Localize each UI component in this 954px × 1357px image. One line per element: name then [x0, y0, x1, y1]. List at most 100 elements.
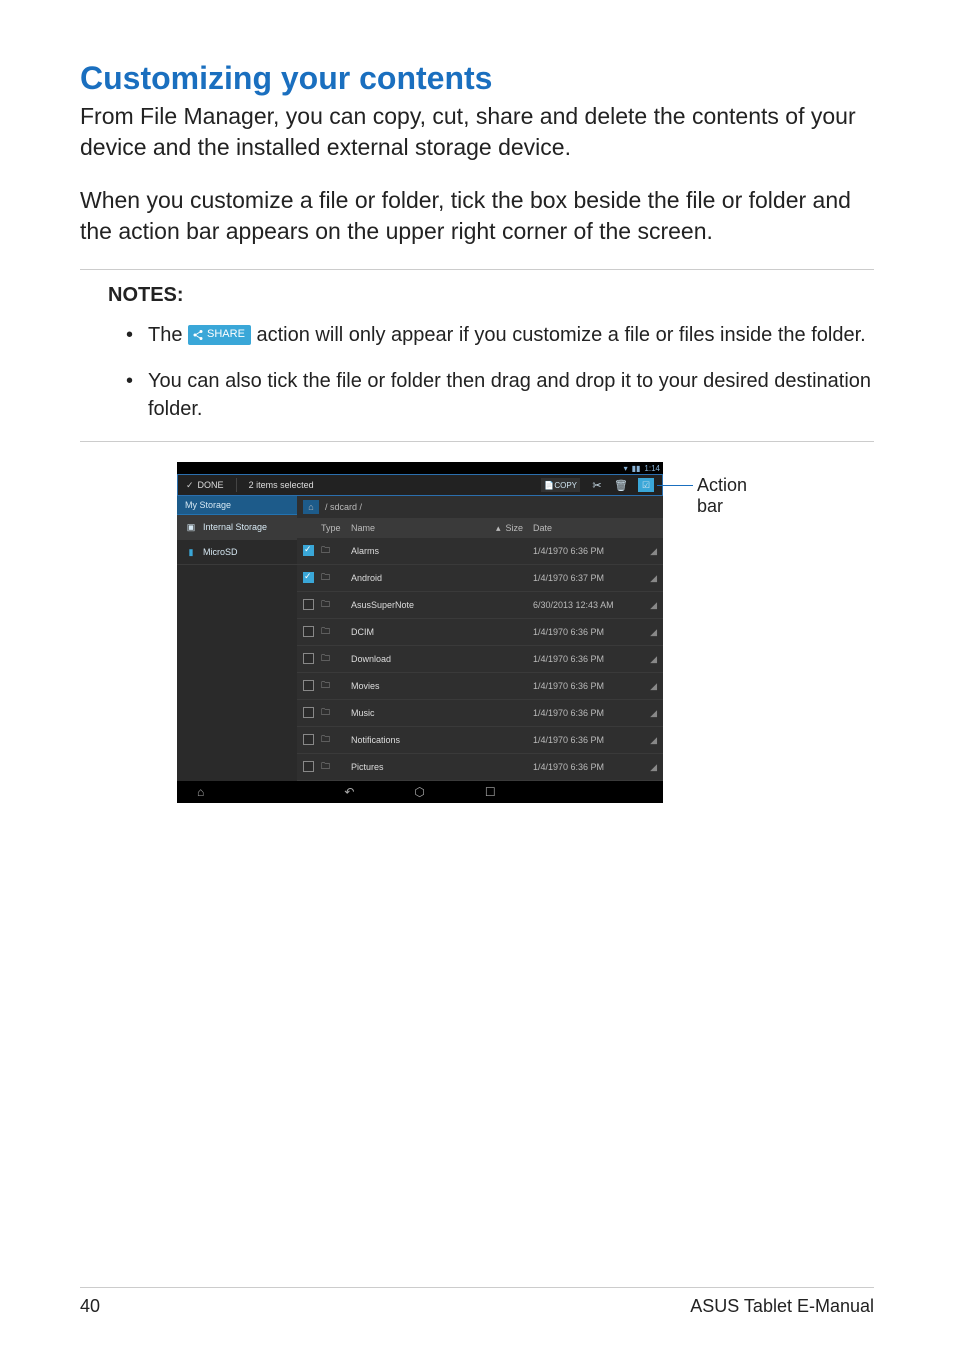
checkbox[interactable] — [303, 653, 314, 664]
copy-label: COPY — [554, 481, 577, 490]
select-all-button[interactable]: ☑ — [638, 478, 654, 492]
table-row[interactable]: 🗀 Notifications 1/4/1970 6:36 PM◢ — [297, 727, 663, 754]
table-row[interactable]: 🗀Download1/4/1970 6:36 PM◢ — [297, 646, 663, 673]
file-date: 1/4/1970 6:36 PM — [533, 762, 643, 772]
share-chip: SHARE — [188, 325, 251, 344]
android-navbar: ⌂ ↶ ⬡ ☐ — [177, 781, 663, 803]
folder-icon: 🗀 — [321, 626, 330, 636]
file-name: DCIM — [351, 627, 483, 637]
folder-icon: 🗀 — [321, 680, 330, 690]
note-2: You can also tick the file or folder the… — [126, 367, 874, 423]
row-more-icon[interactable]: ◢ — [643, 681, 657, 692]
sidebar-item-microsd[interactable]: ▮ MicroSD — [177, 540, 297, 565]
folder-icon: 🗀 — [321, 734, 330, 744]
checkbox[interactable] — [303, 572, 314, 583]
file-name: Movies — [351, 681, 483, 691]
file-name: Android — [351, 573, 483, 583]
checkbox[interactable] — [303, 599, 314, 610]
file-name: Pictures — [351, 762, 483, 772]
callout-label: Action bar — [697, 475, 777, 517]
sidebar-item-label: Internal Storage — [203, 522, 267, 532]
table-row[interactable]: 🗀Music1/4/1970 6:36 PM◢ — [297, 700, 663, 727]
file-name: Notifications — [351, 735, 483, 745]
cut-button[interactable]: ✂ — [590, 478, 604, 492]
breadcrumb-path: / sdcard / — [325, 502, 362, 512]
checkbox[interactable] — [303, 626, 314, 637]
checkbox[interactable] — [303, 545, 314, 556]
page-heading: Customizing your contents — [80, 60, 874, 97]
table-row[interactable]: 🗀 Movies 1/4/1970 6:36 PM◢ — [297, 673, 663, 700]
sidebar-header: My Storage — [177, 496, 297, 515]
copy-button[interactable]: 📄 COPY — [541, 478, 580, 492]
home-icon[interactable]: ⌂ — [303, 500, 319, 514]
row-more-icon[interactable]: ◢ — [643, 627, 657, 638]
checkbox[interactable] — [303, 761, 314, 772]
done-button[interactable]: DONE — [186, 480, 224, 491]
table-row[interactable]: 🗀 AsusSuperNote 6/30/2013 12:43 AM◢ — [297, 592, 663, 619]
breadcrumb[interactable]: ⌂ / sdcard / — [297, 496, 663, 519]
folder-icon: 🗀 — [321, 599, 330, 609]
divider — [80, 441, 874, 442]
footer-label: ASUS Tablet E-Manual — [690, 1296, 874, 1317]
row-more-icon[interactable]: ◢ — [643, 546, 657, 557]
paragraph-2: When you customize a file or folder, tic… — [80, 185, 874, 247]
divider — [80, 269, 874, 270]
file-list-panel: ⌂ / sdcard / Type Name ▴ Size Date 🗀 Alar… — [297, 496, 663, 781]
share-icon — [192, 329, 204, 341]
file-date: 1/4/1970 6:36 PM — [533, 681, 643, 691]
file-name: Alarms — [351, 546, 483, 556]
sidebar-item-internal[interactable]: ▣ Internal Storage — [177, 515, 297, 540]
checkbox[interactable] — [303, 680, 314, 691]
sidebar: My Storage ▣ Internal Storage ▮ MicroSD — [177, 496, 297, 781]
folder-icon: 🗀 — [321, 653, 330, 663]
checkbox[interactable] — [303, 734, 314, 745]
table-header: Type Name ▴ Size Date — [297, 519, 663, 538]
table-row[interactable]: 🗀 DCIM 1/4/1970 6:36 PM◢ — [297, 619, 663, 646]
screenshot: ▾ ▮▮ 1:14 DONE 2 items selected 📄 COPY ✂… — [177, 462, 663, 803]
row-more-icon[interactable]: ◢ — [643, 735, 657, 746]
file-date: 1/4/1970 6:36 PM — [533, 654, 643, 664]
sidebar-item-label: MicroSD — [203, 547, 238, 557]
share-chip-label: SHARE — [207, 327, 245, 342]
folder-icon: 🗀 — [321, 545, 330, 555]
table-row[interactable]: 🗀Android1/4/1970 6:37 PM◢ — [297, 565, 663, 592]
table-row[interactable]: 🗀 Pictures 1/4/1970 6:36 PM◢ — [297, 754, 663, 781]
sd-icon: ▮ — [185, 546, 197, 558]
wifi-icon: ▾ — [624, 464, 628, 473]
file-date: 1/4/1970 6:36 PM — [533, 546, 643, 556]
divider — [236, 478, 237, 492]
storage-icon: ▣ — [185, 521, 197, 533]
nav-recent-apps-icon[interactable]: ⌂ — [197, 785, 204, 799]
file-date: 6/30/2013 12:43 AM — [533, 600, 643, 610]
action-bar: DONE 2 items selected 📄 COPY ✂ 🗑 ☑ — [177, 474, 663, 496]
status-bar: ▾ ▮▮ 1:14 — [177, 462, 663, 474]
note-1-pre: The — [148, 324, 188, 346]
paragraph-1: From File Manager, you can copy, cut, sh… — [80, 101, 874, 163]
file-name: AsusSuperNote — [351, 600, 483, 610]
row-more-icon[interactable]: ◢ — [643, 600, 657, 611]
nav-recents-icon[interactable]: ☐ — [485, 785, 496, 799]
delete-button[interactable]: 🗑 — [614, 478, 628, 492]
table-row[interactable]: 🗀 Alarms 1/4/1970 6:36 PM◢ — [297, 538, 663, 565]
row-more-icon[interactable]: ◢ — [643, 654, 657, 665]
row-more-icon[interactable]: ◢ — [643, 573, 657, 584]
nav-back-icon[interactable]: ↶ — [344, 785, 354, 799]
notes-label: NOTES: — [108, 284, 874, 307]
folder-icon: 🗀 — [321, 572, 330, 582]
battery-icon: ▮▮ — [632, 464, 641, 473]
checkbox[interactable] — [303, 707, 314, 718]
selection-count: 2 items selected — [249, 480, 314, 490]
col-type[interactable]: Type — [321, 523, 351, 534]
col-size[interactable]: ▴ Size — [483, 523, 533, 534]
file-date: 1/4/1970 6:36 PM — [533, 627, 643, 637]
row-more-icon[interactable]: ◢ — [643, 708, 657, 719]
col-date[interactable]: Date — [533, 523, 643, 534]
note-1: The SHARE action will only appear if you… — [126, 321, 874, 349]
callout-line — [657, 485, 693, 486]
row-more-icon[interactable]: ◢ — [643, 762, 657, 773]
nav-home-icon[interactable]: ⬡ — [414, 785, 424, 799]
col-name[interactable]: Name — [351, 523, 483, 534]
file-date: 1/4/1970 6:36 PM — [533, 735, 643, 745]
folder-icon: 🗀 — [321, 761, 330, 771]
page-number: 40 — [80, 1296, 100, 1317]
